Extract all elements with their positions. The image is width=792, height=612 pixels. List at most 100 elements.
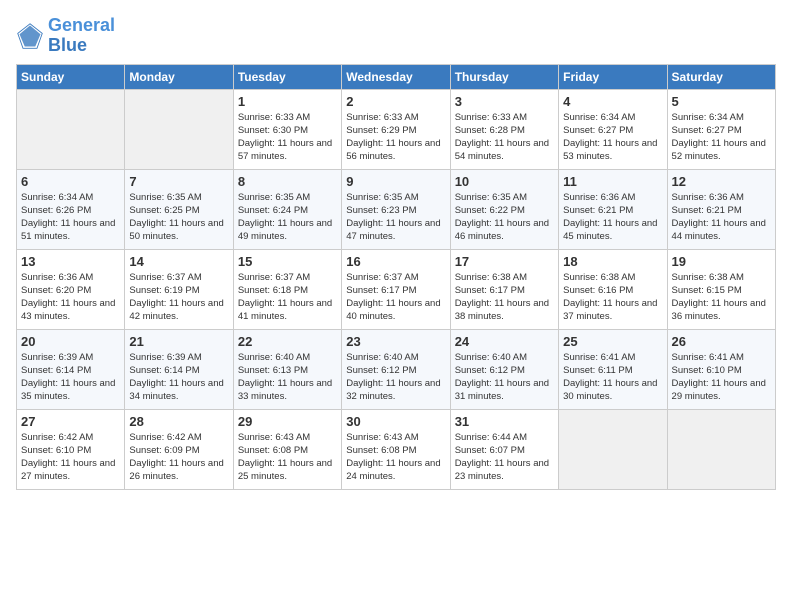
day-number: 1 (238, 94, 337, 109)
calendar-cell: 7 Sunrise: 6:35 AM Sunset: 6:25 PM Daylig… (125, 169, 233, 249)
day-detail: Sunrise: 6:40 AM Sunset: 6:12 PM Dayligh… (455, 351, 554, 404)
day-number: 10 (455, 174, 554, 189)
day-number: 9 (346, 174, 445, 189)
weekday-header-saturday: Saturday (667, 64, 775, 89)
day-detail: Sunrise: 6:35 AM Sunset: 6:22 PM Dayligh… (455, 191, 554, 244)
calendar-table: SundayMondayTuesdayWednesdayThursdayFrid… (16, 64, 776, 490)
calendar-cell: 5 Sunrise: 6:34 AM Sunset: 6:27 PM Daylig… (667, 89, 775, 169)
day-number: 6 (21, 174, 120, 189)
calendar-cell: 16Sunrise: 6:37 AM Sunset: 6:17 PM Dayli… (342, 249, 450, 329)
day-detail: Sunrise: 6:42 AM Sunset: 6:10 PM Dayligh… (21, 431, 120, 484)
calendar-cell: 18 Sunrise: 6:38 AM Sunset: 6:16 PM Dayli… (559, 249, 667, 329)
calendar-cell: 14 Sunrise: 6:37 AM Sunset: 6:19 PM Dayli… (125, 249, 233, 329)
day-number: 14 (129, 254, 228, 269)
calendar-cell: 12 Sunrise: 6:36 AM Sunset: 6:21 PM Dayli… (667, 169, 775, 249)
weekday-header-tuesday: Tuesday (233, 64, 341, 89)
day-detail: Sunrise: 6:33 AM Sunset: 6:28 PM Dayligh… (455, 111, 554, 164)
day-number: 23 (346, 334, 445, 349)
calendar-cell: 10 Sunrise: 6:35 AM Sunset: 6:22 PM Dayli… (450, 169, 558, 249)
day-detail: Sunrise: 6:39 AM Sunset: 6:14 PM Dayligh… (129, 351, 228, 404)
day-detail: Sunrise: 6:36 AM Sunset: 6:20 PM Dayligh… (21, 271, 120, 324)
day-number: 3 (455, 94, 554, 109)
day-detail: Sunrise: 6:34 AM Sunset: 6:26 PM Dayligh… (21, 191, 120, 244)
calendar-cell: 9 Sunrise: 6:35 AM Sunset: 6:23 PM Daylig… (342, 169, 450, 249)
logo-text: General Blue (48, 16, 115, 56)
calendar-cell: 15 Sunrise: 6:37 AM Sunset: 6:18 PM Dayli… (233, 249, 341, 329)
logo-icon (16, 22, 44, 50)
weekday-header-monday: Monday (125, 64, 233, 89)
weekday-header-friday: Friday (559, 64, 667, 89)
day-number: 12 (672, 174, 771, 189)
day-number: 5 (672, 94, 771, 109)
day-number: 16 (346, 254, 445, 269)
day-number: 15 (238, 254, 337, 269)
weekday-header-wednesday: Wednesday (342, 64, 450, 89)
day-number: 25 (563, 334, 662, 349)
day-number: 2 (346, 94, 445, 109)
weekday-header-sunday: Sunday (17, 64, 125, 89)
calendar-cell: 28Sunrise: 6:42 AM Sunset: 6:09 PM Dayli… (125, 409, 233, 489)
day-detail: Sunrise: 6:44 AM Sunset: 6:07 PM Dayligh… (455, 431, 554, 484)
day-detail: Sunrise: 6:38 AM Sunset: 6:15 PM Dayligh… (672, 271, 771, 324)
day-detail: Sunrise: 6:34 AM Sunset: 6:27 PM Dayligh… (672, 111, 771, 164)
calendar-cell (125, 89, 233, 169)
calendar-cell: 26Sunrise: 6:41 AM Sunset: 6:10 PM Dayli… (667, 329, 775, 409)
calendar-cell: 21 Sunrise: 6:39 AM Sunset: 6:14 PM Dayli… (125, 329, 233, 409)
day-number: 8 (238, 174, 337, 189)
day-number: 22 (238, 334, 337, 349)
page-header: General Blue (16, 16, 776, 56)
weekday-header-thursday: Thursday (450, 64, 558, 89)
calendar-cell: 25 Sunrise: 6:41 AM Sunset: 6:11 PM Dayli… (559, 329, 667, 409)
logo: General Blue (16, 16, 115, 56)
day-detail: Sunrise: 6:38 AM Sunset: 6:17 PM Dayligh… (455, 271, 554, 324)
day-detail: Sunrise: 6:39 AM Sunset: 6:14 PM Dayligh… (21, 351, 120, 404)
calendar-cell: 6 Sunrise: 6:34 AM Sunset: 6:26 PM Daylig… (17, 169, 125, 249)
day-number: 29 (238, 414, 337, 429)
day-detail: Sunrise: 6:34 AM Sunset: 6:27 PM Dayligh… (563, 111, 662, 164)
day-number: 13 (21, 254, 120, 269)
day-number: 28 (129, 414, 228, 429)
calendar-cell: 3 Sunrise: 6:33 AM Sunset: 6:28 PM Daylig… (450, 89, 558, 169)
calendar-cell (559, 409, 667, 489)
calendar-cell: 24 Sunrise: 6:40 AM Sunset: 6:12 PM Dayli… (450, 329, 558, 409)
day-number: 18 (563, 254, 662, 269)
day-detail: Sunrise: 6:37 AM Sunset: 6:18 PM Dayligh… (238, 271, 337, 324)
day-detail: Sunrise: 6:36 AM Sunset: 6:21 PM Dayligh… (672, 191, 771, 244)
calendar-cell: 4Sunrise: 6:34 AM Sunset: 6:27 PM Daylig… (559, 89, 667, 169)
calendar-cell: 19 Sunrise: 6:38 AM Sunset: 6:15 PM Dayli… (667, 249, 775, 329)
day-detail: Sunrise: 6:35 AM Sunset: 6:24 PM Dayligh… (238, 191, 337, 244)
day-number: 11 (563, 174, 662, 189)
day-detail: Sunrise: 6:35 AM Sunset: 6:23 PM Dayligh… (346, 191, 445, 244)
calendar-cell: 2 Sunrise: 6:33 AM Sunset: 6:29 PM Daylig… (342, 89, 450, 169)
day-detail: Sunrise: 6:43 AM Sunset: 6:08 PM Dayligh… (238, 431, 337, 484)
day-detail: Sunrise: 6:33 AM Sunset: 6:29 PM Dayligh… (346, 111, 445, 164)
day-number: 27 (21, 414, 120, 429)
day-number: 30 (346, 414, 445, 429)
day-number: 19 (672, 254, 771, 269)
day-number: 24 (455, 334, 554, 349)
calendar-cell: 27 Sunrise: 6:42 AM Sunset: 6:10 PM Dayli… (17, 409, 125, 489)
day-number: 17 (455, 254, 554, 269)
day-detail: Sunrise: 6:43 AM Sunset: 6:08 PM Dayligh… (346, 431, 445, 484)
calendar-cell: 31Sunrise: 6:44 AM Sunset: 6:07 PM Dayli… (450, 409, 558, 489)
day-detail: Sunrise: 6:40 AM Sunset: 6:13 PM Dayligh… (238, 351, 337, 404)
day-detail: Sunrise: 6:36 AM Sunset: 6:21 PM Dayligh… (563, 191, 662, 244)
calendar-cell: 23Sunrise: 6:40 AM Sunset: 6:12 PM Dayli… (342, 329, 450, 409)
calendar-cell (17, 89, 125, 169)
calendar-cell: 30 Sunrise: 6:43 AM Sunset: 6:08 PM Dayli… (342, 409, 450, 489)
day-number: 26 (672, 334, 771, 349)
calendar-cell: 20 Sunrise: 6:39 AM Sunset: 6:14 PM Dayli… (17, 329, 125, 409)
day-detail: Sunrise: 6:37 AM Sunset: 6:19 PM Dayligh… (129, 271, 228, 324)
day-detail: Sunrise: 6:38 AM Sunset: 6:16 PM Dayligh… (563, 271, 662, 324)
day-detail: Sunrise: 6:35 AM Sunset: 6:25 PM Dayligh… (129, 191, 228, 244)
day-detail: Sunrise: 6:33 AM Sunset: 6:30 PM Dayligh… (238, 111, 337, 164)
calendar-cell: 11 Sunrise: 6:36 AM Sunset: 6:21 PM Dayli… (559, 169, 667, 249)
calendar-cell: 8 Sunrise: 6:35 AM Sunset: 6:24 PM Daylig… (233, 169, 341, 249)
calendar-cell (667, 409, 775, 489)
day-number: 20 (21, 334, 120, 349)
day-number: 7 (129, 174, 228, 189)
calendar-cell: 29 Sunrise: 6:43 AM Sunset: 6:08 PM Dayli… (233, 409, 341, 489)
day-detail: Sunrise: 6:41 AM Sunset: 6:11 PM Dayligh… (563, 351, 662, 404)
calendar-cell: 13 Sunrise: 6:36 AM Sunset: 6:20 PM Dayli… (17, 249, 125, 329)
day-number: 21 (129, 334, 228, 349)
